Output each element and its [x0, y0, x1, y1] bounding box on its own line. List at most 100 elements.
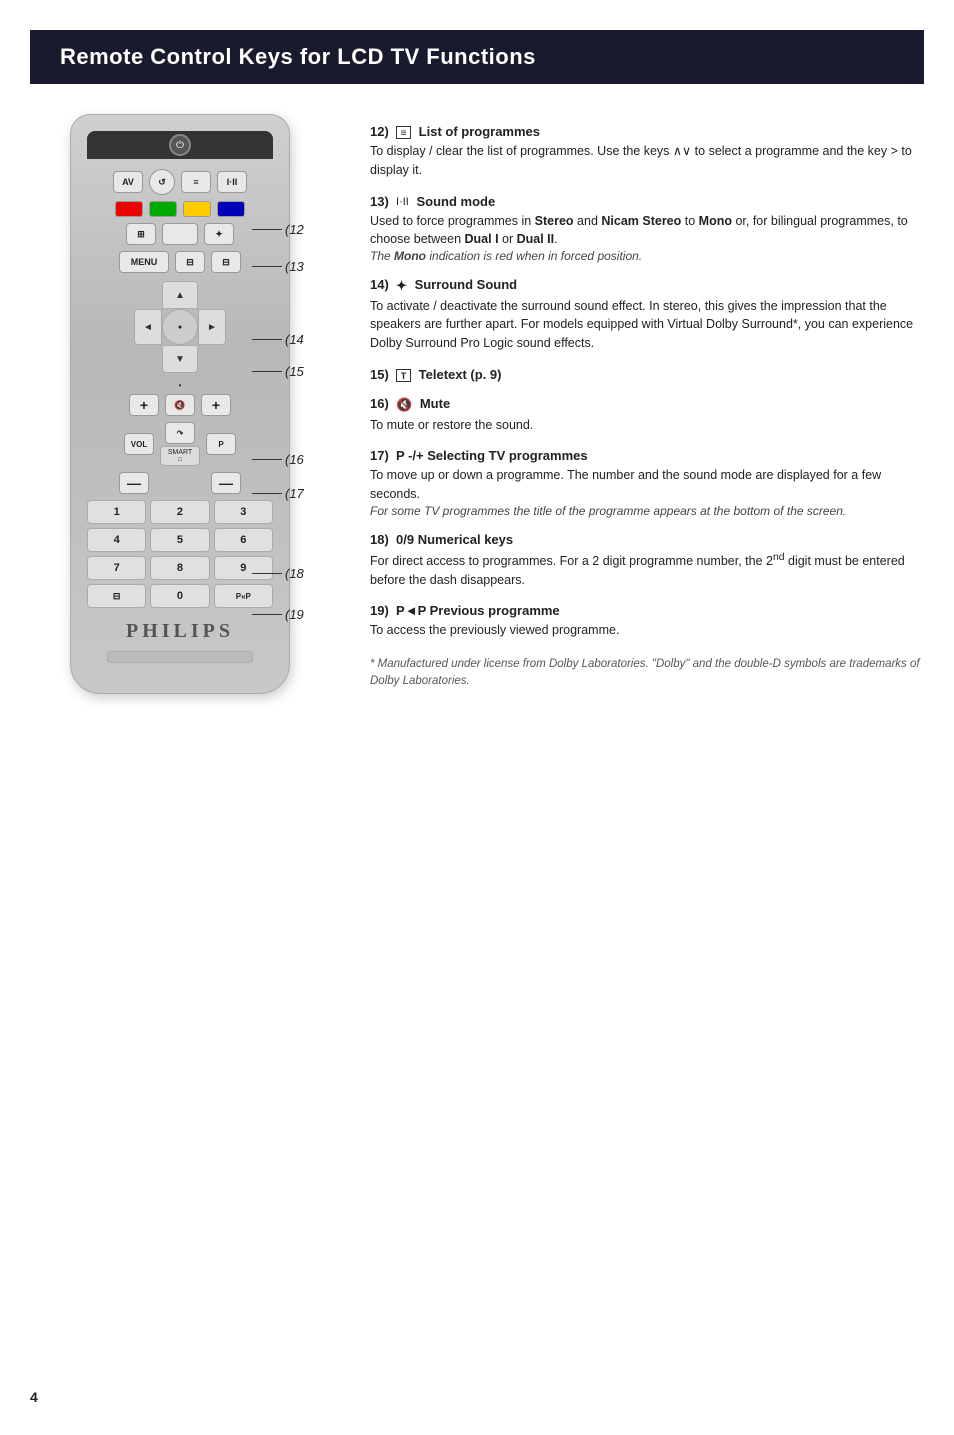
- subtitle-icon: ⊟: [222, 257, 230, 268]
- dpad-left[interactable]: ◄: [134, 309, 162, 345]
- num-0-button[interactable]: 0: [150, 584, 209, 608]
- item-13-italic: The Mono indication is red when in force…: [370, 249, 924, 263]
- ann-label-15: (15: [285, 364, 304, 379]
- item-15: 15) T Teletext (p. 9): [370, 367, 924, 382]
- num-5-button[interactable]: 5: [150, 528, 209, 552]
- row-smart: VOL ↷ SMART□ P: [87, 422, 273, 466]
- teletext2-button[interactable]: ⊟: [87, 584, 146, 608]
- menu-button[interactable]: MENU: [119, 251, 169, 273]
- dpad-down[interactable]: ▼: [162, 345, 198, 373]
- item-16-heading: 16) 🔇 Mute: [370, 396, 924, 413]
- num-8-button[interactable]: 8: [150, 556, 209, 580]
- item-18-heading: 18) 0/9 Numerical keys: [370, 532, 924, 547]
- ann-19: (19: [252, 607, 304, 622]
- page-number: 4: [30, 1389, 38, 1405]
- annotations: (12 (13 (14 (15: [252, 114, 322, 714]
- item-16-body: To mute or restore the sound.: [370, 416, 924, 435]
- item-18-body: For direct access to programmes. For a 2…: [370, 550, 924, 590]
- item-15-title: Teletext (p. 9): [419, 367, 502, 382]
- ann-13: (13: [252, 259, 304, 274]
- p-minus-button[interactable]: —: [211, 472, 241, 494]
- subtitle-button[interactable]: ⊟: [211, 251, 241, 273]
- num-7-button[interactable]: 7: [87, 556, 146, 580]
- num-2-button[interactable]: 2: [150, 500, 209, 524]
- dual-icon: I·II: [227, 177, 238, 187]
- teletext-button[interactable]: ⊞: [126, 223, 156, 245]
- ann-line-16: [252, 459, 282, 460]
- vol-label: VOL: [124, 433, 154, 455]
- dpad-right[interactable]: ►: [198, 309, 226, 345]
- red-button[interactable]: [115, 201, 143, 217]
- dpad-up[interactable]: ▲: [162, 281, 198, 309]
- mute-button[interactable]: 🔇: [165, 394, 195, 416]
- rotate-button[interactable]: ↺: [149, 169, 175, 195]
- item-12-title: List of programmes: [419, 124, 540, 139]
- list-icon: ≡: [193, 177, 198, 187]
- ann-line-19: [252, 614, 282, 615]
- av-button[interactable]: AV: [113, 171, 143, 193]
- item-19-heading: 19) P◄P Previous programme: [370, 603, 924, 618]
- green-button[interactable]: [149, 201, 177, 217]
- remote-top-bar: ⏻: [87, 131, 273, 159]
- smart-button[interactable]: SMART□: [160, 446, 200, 466]
- item-13-number: 13): [370, 194, 392, 209]
- ann-line-13: [252, 266, 282, 267]
- ann-label-19: (19: [285, 607, 304, 622]
- num-1-button[interactable]: 1: [87, 500, 146, 524]
- number-grid: 1 2 3 4 5 6 7 8 9: [87, 500, 273, 580]
- item-14-number: 14): [370, 277, 392, 292]
- ann-12: (12: [252, 222, 304, 237]
- dot-indicator: •: [87, 381, 273, 390]
- teletext-icon: ⊞: [137, 229, 145, 240]
- mute-icon-item: 🔇: [396, 397, 412, 413]
- item-16-title: Mute: [420, 396, 450, 411]
- ann-label-16: (16: [285, 452, 304, 467]
- rotate-icon: ↺: [158, 177, 166, 188]
- aspect-button[interactable]: ⊟: [175, 251, 205, 273]
- dpad: ▲ ◄ ● ► ▼: [87, 281, 273, 373]
- item-12-number: 12): [370, 124, 392, 139]
- info-side: 12) ≡ List of programmes To display / cl…: [370, 114, 924, 694]
- item-15-heading: 15) T Teletext (p. 9): [370, 367, 924, 382]
- page-header: Remote Control Keys for LCD TV Functions: [30, 30, 924, 84]
- yellow-button[interactable]: [183, 201, 211, 217]
- vol-minus-button[interactable]: —: [119, 472, 149, 494]
- ann-label-12: (12: [285, 222, 304, 237]
- dpad-center[interactable]: ●: [162, 309, 198, 345]
- blank-button[interactable]: [162, 223, 198, 245]
- item-18-number: 18): [370, 532, 392, 547]
- ann-line-14: [252, 339, 282, 340]
- row-vol-minus: — —: [87, 472, 273, 494]
- philips-logo: PHILIPS: [87, 620, 273, 643]
- blue-button[interactable]: [217, 201, 245, 217]
- power-button[interactable]: ⏻: [169, 134, 191, 156]
- list-button[interactable]: ≡: [181, 171, 211, 193]
- p-arrow-button[interactable]: ↷: [165, 422, 195, 444]
- p-label: P: [206, 433, 236, 455]
- row-vol: + 🔇 +: [87, 394, 273, 416]
- item-14-heading: 14) ✦ Surround Sound: [370, 277, 924, 294]
- p-plus-button[interactable]: +: [201, 394, 231, 416]
- ann-14: (14: [252, 332, 304, 347]
- ann-16: (16: [252, 452, 304, 467]
- ann-label-13: (13: [285, 259, 304, 274]
- ann-18: (18: [252, 566, 304, 581]
- ann-label-18: (18: [285, 566, 304, 581]
- remote-diagram: ⏻ AV ↺ ≡ I·II: [30, 114, 330, 694]
- mute-icon: 🔇: [174, 400, 185, 411]
- ann-17: (17: [252, 486, 304, 501]
- item-17: 17) P -/+ Selecting TV programmes To mov…: [370, 448, 924, 518]
- item-17-title: P -/+ Selecting TV programmes: [396, 448, 588, 463]
- surround-button[interactable]: ✦: [204, 223, 234, 245]
- item-15-number: 15): [370, 367, 392, 382]
- item-13-body: Used to force programmes in Stereo and N…: [370, 212, 924, 250]
- item-12-heading: 12) ≡ List of programmes: [370, 124, 924, 139]
- aspect-icon: ⊟: [186, 257, 194, 268]
- row-color: [87, 201, 273, 217]
- vol-plus-button[interactable]: +: [129, 394, 159, 416]
- header-title: Remote Control Keys for LCD TV Functions: [60, 44, 536, 69]
- ann-line-18: [252, 573, 282, 574]
- dual-button[interactable]: I·II: [217, 171, 247, 193]
- row-av: AV ↺ ≡ I·II: [87, 169, 273, 195]
- num-4-button[interactable]: 4: [87, 528, 146, 552]
